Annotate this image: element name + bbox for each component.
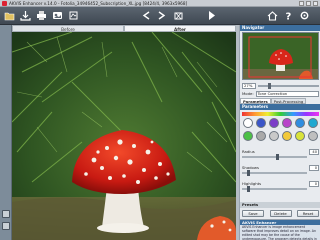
image-canvas[interactable] bbox=[12, 32, 236, 240]
preset-buttons: Save Delete Reset bbox=[242, 210, 319, 217]
highlights-value[interactable]: 0 bbox=[309, 181, 319, 187]
shadows-slider-knob[interactable] bbox=[246, 170, 250, 176]
color-swatch[interactable] bbox=[295, 131, 305, 141]
maximize-icon[interactable] bbox=[306, 1, 311, 6]
color-swatch[interactable] bbox=[269, 131, 279, 141]
navigator-preview bbox=[243, 33, 318, 79]
preferences-icon[interactable] bbox=[67, 9, 80, 22]
info-text: AKVIS Enhancer is image enhancement soft… bbox=[242, 225, 317, 240]
reset-icon[interactable] bbox=[172, 9, 185, 22]
color-swatch[interactable] bbox=[256, 118, 266, 128]
navigator-header: Navigator bbox=[240, 25, 320, 31]
color-swatch[interactable] bbox=[308, 118, 318, 128]
reset-preset-button[interactable]: Reset bbox=[297, 210, 319, 217]
zoom-slider[interactable] bbox=[258, 82, 319, 89]
highlights-slider-row: Highlights 0 bbox=[242, 181, 319, 192]
mode-label: Mode: bbox=[242, 91, 254, 96]
mode-row: Mode: Tone Correction bbox=[242, 90, 319, 97]
back-icon[interactable] bbox=[140, 9, 153, 22]
radius-label: Radius bbox=[242, 149, 255, 154]
color-swatch[interactable] bbox=[282, 131, 292, 141]
print-icon[interactable] bbox=[35, 9, 48, 22]
zoom-icon[interactable] bbox=[2, 222, 10, 230]
title-bar: AKVIS Enhancer v.14.0 - Fotolia_34946452… bbox=[0, 0, 320, 7]
delete-preset-button[interactable]: Delete bbox=[269, 210, 292, 217]
mode-select[interactable]: Tone Correction bbox=[255, 90, 319, 97]
zoom-slider-knob[interactable] bbox=[268, 82, 271, 89]
minimize-icon[interactable] bbox=[299, 1, 304, 6]
close-icon[interactable] bbox=[313, 1, 318, 6]
forward-icon[interactable] bbox=[155, 9, 168, 22]
view-tabs: Before After bbox=[12, 25, 236, 32]
save-icon[interactable] bbox=[19, 9, 32, 22]
settings-icon[interactable] bbox=[298, 9, 311, 22]
color-swatch[interactable] bbox=[256, 131, 266, 141]
settings-panel: Navigator 27% Mode: Tone Correction Para… bbox=[239, 25, 320, 240]
presets-header: Presets bbox=[240, 202, 320, 208]
home-icon[interactable] bbox=[266, 9, 279, 22]
color-range-bar bbox=[242, 112, 319, 116]
window-title: AKVIS Enhancer v.14.0 - Fotolia_34946452… bbox=[9, 1, 188, 6]
zoom-select[interactable]: 27% bbox=[242, 82, 256, 89]
radius-slider-row: Radius 40 bbox=[242, 149, 319, 160]
run-icon[interactable] bbox=[205, 9, 218, 22]
window-controls bbox=[299, 1, 318, 6]
color-swatch[interactable] bbox=[295, 118, 305, 128]
mushroom-photo bbox=[12, 32, 236, 240]
radius-slider-knob[interactable] bbox=[276, 154, 280, 160]
share-icon[interactable] bbox=[51, 9, 64, 22]
shadows-label: Shadows bbox=[242, 165, 259, 170]
radius-slider[interactable] bbox=[242, 154, 307, 160]
color-swatch[interactable] bbox=[269, 118, 279, 128]
zoom-row: 27% bbox=[242, 82, 319, 89]
open-icon[interactable] bbox=[3, 9, 16, 22]
color-swatch[interactable] bbox=[308, 131, 318, 141]
color-swatch-grid bbox=[243, 118, 319, 141]
shadows-value[interactable]: 0 bbox=[309, 165, 319, 171]
help-icon[interactable]: ? bbox=[282, 9, 295, 23]
main-toolbar: ? bbox=[0, 7, 320, 25]
app-icon bbox=[2, 1, 7, 6]
color-swatch[interactable] bbox=[243, 118, 253, 128]
left-tool-strip bbox=[0, 25, 12, 240]
save-preset-button[interactable]: Save bbox=[242, 210, 264, 217]
radius-value[interactable]: 40 bbox=[309, 149, 319, 155]
svg-text:?: ? bbox=[286, 12, 292, 23]
hand-icon[interactable] bbox=[2, 210, 10, 218]
parameters-header: Parameters bbox=[240, 104, 320, 110]
shadows-slider[interactable] bbox=[242, 170, 307, 176]
tab-before[interactable]: Before bbox=[12, 25, 124, 32]
tab-after[interactable]: After bbox=[124, 25, 236, 32]
highlights-slider[interactable] bbox=[242, 186, 307, 192]
color-swatch[interactable] bbox=[243, 131, 253, 141]
info-panel: AKVIS Enhancer AKVIS Enhancer is image e… bbox=[240, 219, 320, 240]
highlights-slider-knob[interactable] bbox=[246, 186, 250, 192]
shadows-slider-row: Shadows 0 bbox=[242, 165, 319, 176]
color-swatch[interactable] bbox=[282, 118, 292, 128]
navigator-thumbnail[interactable] bbox=[242, 32, 319, 80]
highlights-label: Highlights bbox=[242, 181, 262, 186]
